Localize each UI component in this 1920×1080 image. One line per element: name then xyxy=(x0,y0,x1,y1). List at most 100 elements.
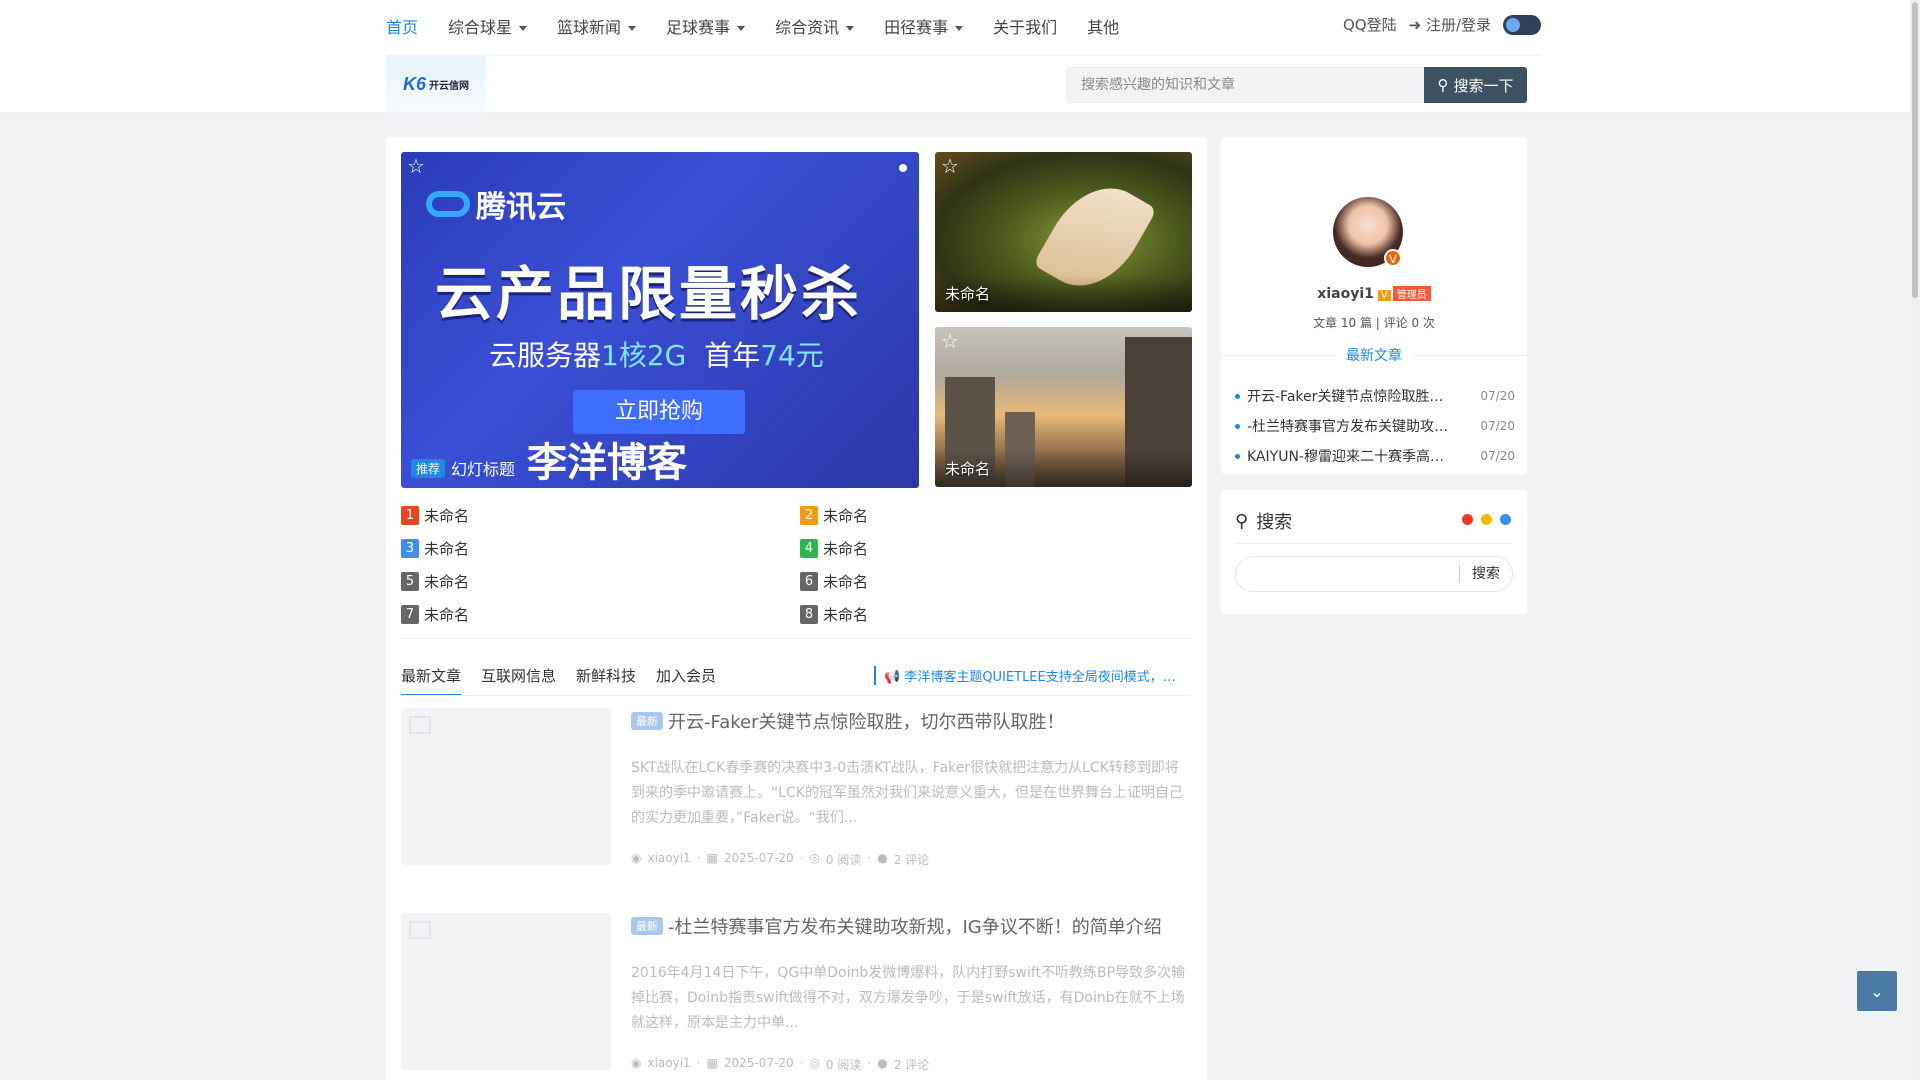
night-mode-toggle[interactable] xyxy=(1503,14,1541,35)
top-list-item[interactable]: 4 未命名 xyxy=(800,538,1191,558)
list-item[interactable]: -杜兰特赛事官方发布关键助攻新规，IG争议不断！的简单介绍 07/20 xyxy=(1235,411,1515,441)
article-author[interactable]: xiaoyi1 xyxy=(647,1056,690,1073)
author-name-link[interactable]: xiaoyi1 xyxy=(1317,286,1374,302)
top-list-item[interactable]: 2 未命名 xyxy=(800,505,1191,525)
article-meta: ◉ xiaoyi1 · ▦ 2025-07-20 · ◎ 0 阅读 · ● 2 评论 xyxy=(631,1056,929,1073)
scrollbar[interactable] xyxy=(1910,0,1920,1080)
tab-tech[interactable]: 新鲜科技 xyxy=(576,665,636,696)
rank-badge: 4 xyxy=(800,538,818,558)
logo-text: 开云信网 xyxy=(429,81,469,92)
scrollbar-thumb[interactable] xyxy=(1912,2,1918,298)
top-list-item[interactable]: 7 未命名 xyxy=(401,604,800,624)
article-reads: 0 阅读 xyxy=(825,853,862,867)
rank-badge: 1 xyxy=(401,505,419,525)
verified-badge-icon: V xyxy=(1384,249,1402,267)
top-list: 1 未命名 2 未命名 3 未命名 4 未命名 5 未命名 6 未命名 7 未命名 8 未命名 xyxy=(401,505,1191,624)
meta-separator: · xyxy=(696,851,701,865)
cloud-icon xyxy=(426,191,470,217)
nav-item-stars[interactable]: 综合球星 xyxy=(433,16,542,40)
sign-in-icon: ➜ xyxy=(1408,16,1422,34)
nav-item-news[interactable]: 综合资讯 xyxy=(760,16,869,40)
tab-membership[interactable]: 加入会员 xyxy=(656,665,716,696)
chevron-down-icon xyxy=(955,26,964,31)
chevron-down-icon xyxy=(846,26,855,31)
rank-badge: 8 xyxy=(800,604,818,624)
register-login-link[interactable]: ➜ 注册/登录 xyxy=(1409,14,1491,35)
article-reads: 0 阅读 xyxy=(825,1058,862,1072)
search-input[interactable]: 搜索感兴趣的知识和文章 xyxy=(1066,67,1426,103)
latest-title: KAIYUN-穆雷迎来二十赛季高光表现 xyxy=(1235,446,1457,466)
admin-badge: 管理员 xyxy=(1392,286,1431,301)
meta-separator: · xyxy=(867,1056,872,1070)
article-thumbnail[interactable] xyxy=(401,913,611,1070)
site-header: 首页 综合球星 篮球新闻 足球赛事 综合资讯 田径赛事 关于我们 其他 QQ登陆… xyxy=(0,0,1910,113)
nav-item-football[interactable]: 足球赛事 xyxy=(651,16,760,40)
banner-subheadline: 云服务器1核2G 首年74元 xyxy=(489,339,824,372)
banner-cta-button[interactable]: 立即抢购 xyxy=(573,390,745,434)
top-list-item[interactable]: 5 未命名 xyxy=(401,571,800,591)
user-actions: QQ登陆 ➜ 注册/登录 xyxy=(1343,14,1541,35)
banner-slider[interactable]: ☆ 腾讯云 云产品限量秒杀 云服务器1核2G 首年74元 立即抢购 李洋博客Ta… xyxy=(401,152,919,488)
nav-item-other[interactable]: 其他 xyxy=(1072,16,1134,40)
article-excerpt: SKT战队在LCK春季赛的决赛中3-0击溃KT战队，Faker很快就把注意力从L… xyxy=(631,760,1184,826)
rank-badge: 2 xyxy=(800,505,818,525)
search-button[interactable]: ⚲ 搜索一下 xyxy=(1424,67,1527,103)
top-list-item[interactable]: 6 未命名 xyxy=(800,571,1191,591)
top-list-label: 未命名 xyxy=(823,506,869,525)
nav-item-athletics[interactable]: 田径赛事 xyxy=(869,16,978,40)
sidebar-search-button[interactable]: 搜索 xyxy=(1459,565,1500,583)
logo-mark: K6 xyxy=(402,74,426,94)
article-author[interactable]: xiaoyi1 xyxy=(647,851,690,868)
nav-bar: 首页 综合球星 篮球新闻 足球赛事 综合资讯 田径赛事 关于我们 其他 QQ登陆… xyxy=(386,0,1541,56)
nav-item-basketball[interactable]: 篮球新闻 xyxy=(542,16,651,40)
top-list-label: 未命名 xyxy=(424,539,470,558)
latest-title: -杜兰特赛事官方发布关键助攻新规，IG争议不断！的简单介绍 xyxy=(1235,416,1457,436)
search-icon: ⚲ xyxy=(1437,76,1449,94)
divider xyxy=(1235,543,1513,544)
top-list-item[interactable]: 1 未命名 xyxy=(401,505,800,525)
yellow-dot xyxy=(1481,514,1492,525)
star-icon[interactable]: ☆ xyxy=(407,156,425,176)
list-item[interactable]: KAIYUN-穆雷迎来二十赛季高光表现 07/20 xyxy=(1235,441,1515,471)
nav-item-home[interactable]: 首页 xyxy=(386,16,433,40)
article-item[interactable]: 最新 开云-Faker关键节点惊险取胜，切尔西带队取胜！ SKT战队在LCK春季赛… xyxy=(401,708,1191,868)
top-list-label: 未命名 xyxy=(823,539,869,558)
article-date: 2025-07-20 xyxy=(723,1056,794,1070)
article-item[interactable]: 最新 -杜兰特赛事官方发布关键助攻新规，IG争议不断！的简单介绍 2016年4月1… xyxy=(401,913,1191,1073)
red-dot xyxy=(1462,514,1473,525)
featured-thumb-2[interactable]: ☆ 未命名 xyxy=(935,327,1192,487)
slider-caption[interactable]: 推荐 幻灯标题 xyxy=(411,456,515,480)
author-stats: 文章 10 篇 | 评论 0 次 xyxy=(1313,316,1435,330)
article-title[interactable]: 最新 开云-Faker关键节点惊险取胜，切尔西带队取胜！ xyxy=(631,708,1064,734)
article-comments[interactable]: 2 评论 xyxy=(894,851,929,868)
latest-date: 07/20 xyxy=(1480,419,1515,433)
top-list-item[interactable]: 8 未命名 xyxy=(800,604,1191,624)
back-to-top-button[interactable]: ⌄ xyxy=(1857,971,1897,1011)
announcement-ticker[interactable]: 📢 李洋博客主题QUIETLEE支持全局夜间模式，点击右上角开关 xyxy=(874,666,1186,685)
article-thumbnail[interactable] xyxy=(401,708,611,865)
nav-item-about[interactable]: 关于我们 xyxy=(978,16,1072,40)
top-list-item[interactable]: 3 未命名 xyxy=(401,538,800,558)
meta-separator: · xyxy=(799,1056,804,1070)
tab-internet[interactable]: 互联网信息 xyxy=(481,665,556,696)
slider-dot[interactable] xyxy=(899,164,907,172)
latest-heading-text: 最新文章 xyxy=(1336,348,1412,364)
featured-thumb-1[interactable]: ☆ 未命名 xyxy=(935,152,1192,312)
article-comments[interactable]: 2 评论 xyxy=(894,1056,929,1073)
star-icon[interactable]: ☆ xyxy=(941,156,959,176)
latest-date: 07/20 xyxy=(1480,389,1515,403)
article-date: 2025-07-20 xyxy=(723,851,794,865)
eye-icon: ◎ xyxy=(809,851,820,865)
list-item[interactable]: 开云-Faker关键节点惊险取胜，切尔西带队取胜！ 07/20 xyxy=(1235,381,1515,411)
sidebar-search-input[interactable]: 搜索 xyxy=(1235,556,1513,592)
site-logo[interactable]: K6 开云信网 xyxy=(386,56,486,113)
tab-latest[interactable]: 最新文章 xyxy=(401,665,462,696)
article-title[interactable]: 最新 -杜兰特赛事官方发布关键助攻新规，IG争议不断！的简单介绍 xyxy=(631,913,1162,939)
star-icon[interactable]: ☆ xyxy=(941,331,959,351)
banner-brand: 腾讯云 xyxy=(426,182,566,226)
calendar-icon: ▦ xyxy=(706,1056,718,1070)
qq-login-link[interactable]: QQ登陆 xyxy=(1343,14,1397,35)
article-meta: ◉ xiaoyi1 · ▦ 2025-07-20 · ◎ 0 阅读 · ● 2 评论 xyxy=(631,851,929,868)
avatar[interactable]: V xyxy=(1333,197,1403,267)
comment-icon: ● xyxy=(877,1056,888,1070)
